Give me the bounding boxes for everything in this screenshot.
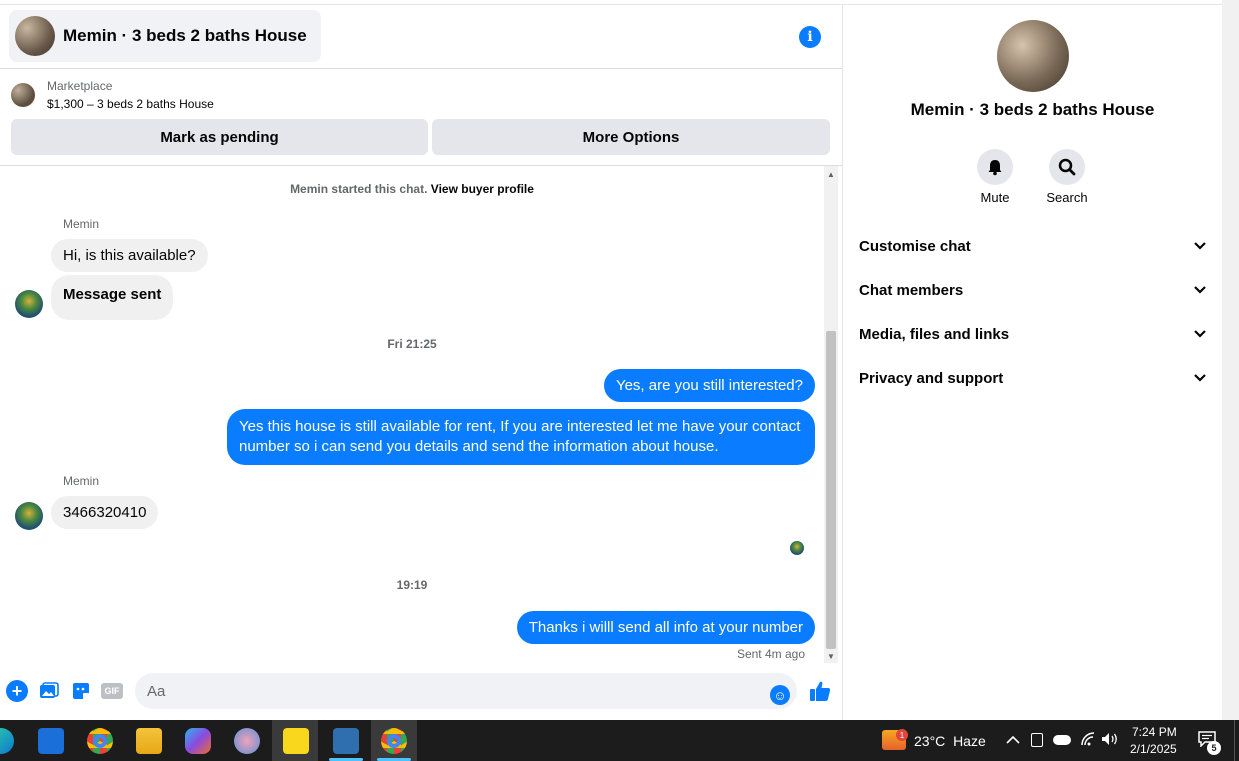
mute-button[interactable]	[977, 149, 1013, 185]
clock-date[interactable]: 2/1/2025	[1130, 742, 1177, 756]
wifi-icon[interactable]	[1080, 732, 1096, 749]
sender-name: Memin	[63, 217, 100, 231]
search-button[interactable]	[1049, 149, 1085, 185]
chevron-up-icon[interactable]	[1006, 732, 1020, 748]
meet-icon[interactable]	[1031, 733, 1043, 747]
conversation-title: Memin · 3 beds 2 baths House	[63, 26, 307, 45]
more-options-button[interactable]: More Options	[432, 119, 830, 155]
scroll-up-arrow[interactable]: ▲	[827, 170, 835, 179]
windows-taskbar: 1 23°C Haze 7:24 PM 2/1/2025 5	[0, 720, 1239, 761]
panel-item-label: Media, files and links	[859, 325, 1010, 343]
info-icon[interactable]: i	[799, 26, 821, 48]
message-timestamp: 19:19	[396, 578, 428, 592]
sender-name: Memin	[63, 474, 100, 488]
chat-column: Memin · 3 beds 2 baths House i Marketpla…	[0, 5, 843, 720]
search-label: Search	[1046, 190, 1088, 205]
sticky-notes-icon[interactable]	[283, 728, 309, 754]
messenger-window: Memin · 3 beds 2 baths House i Marketpla…	[0, 0, 1239, 720]
panel-item-customise-chat[interactable]: Customise chat	[859, 228, 1206, 264]
app-icon[interactable]	[234, 728, 260, 754]
notification-count: 5	[1207, 741, 1221, 755]
edge-icon[interactable]	[0, 728, 14, 754]
outgoing-message[interactable]: Thanks i willl send all info at your num…	[516, 611, 815, 644]
marketplace-listing-bar: Marketplace $1,300 – 3 beds 2 baths Hous…	[0, 69, 842, 166]
outgoing-message[interactable]: Yes, are you still interested?	[603, 369, 815, 402]
panel-item-label: Chat members	[859, 281, 964, 299]
plus-icon[interactable]: +	[6, 680, 28, 702]
app-window-icon[interactable]	[333, 728, 359, 754]
system-note-text: Memin started this chat.	[290, 182, 428, 196]
weather-description: Haze	[953, 733, 986, 749]
chevron-down-icon	[1194, 242, 1206, 250]
volume-icon[interactable]	[1101, 732, 1119, 749]
buyer-avatar[interactable]	[15, 502, 43, 530]
read-receipt-avatar	[790, 541, 804, 555]
message-composer: + GIF ☺	[0, 671, 842, 711]
listing-photo[interactable]	[997, 20, 1069, 92]
outgoing-message[interactable]: Yes this house is still available for re…	[227, 409, 815, 465]
gif-icon[interactable]: GIF	[101, 683, 123, 699]
incoming-message[interactable]: 3466320410	[51, 496, 159, 529]
chrome-icon[interactable]	[87, 728, 113, 754]
panel-item-label: Customise chat	[859, 237, 971, 255]
thumbs-up-icon[interactable]	[808, 679, 832, 703]
weather-badge: 1	[896, 729, 908, 741]
clock-time[interactable]: 7:24 PM	[1132, 725, 1177, 739]
view-buyer-profile-link[interactable]: View buyer profile	[431, 182, 534, 196]
search-icon	[1058, 158, 1076, 176]
chevron-down-icon	[1194, 286, 1206, 294]
sent-status: Sent 4m ago	[736, 647, 805, 661]
weather-temp-value: 23°C	[914, 733, 946, 749]
onedrive-icon[interactable]	[1053, 735, 1071, 745]
listing-avatar	[15, 16, 55, 56]
panel-item-label: Privacy and support	[859, 369, 1004, 387]
listing-title[interactable]: $1,300 – 3 beds 2 baths House	[47, 97, 214, 111]
panel-item-privacy-support[interactable]: Privacy and support	[859, 360, 1206, 396]
mark-as-pending-button[interactable]: Mark as pending	[11, 119, 428, 155]
show-desktop-divider[interactable]	[1234, 720, 1235, 761]
buyer-avatar[interactable]	[15, 290, 43, 318]
mute-label: Mute	[980, 190, 1010, 205]
listing-thumbnail[interactable]	[11, 83, 35, 107]
message-input[interactable]	[135, 673, 797, 709]
chrome-profile-icon[interactable]	[381, 728, 407, 754]
conversation-details-panel: Memin · 3 beds 2 baths House Mute Search…	[843, 5, 1222, 720]
chat-header: Memin · 3 beds 2 baths House i	[0, 5, 842, 69]
emoji-icon[interactable]: ☺	[770, 685, 790, 705]
panel-item-media-files-links[interactable]: Media, files and links	[859, 316, 1206, 352]
incoming-message[interactable]: Hi, is this available?	[51, 239, 208, 272]
system-note: Memin started this chat. View buyer prof…	[0, 182, 824, 196]
panel-title: Memin · 3 beds 2 baths House	[910, 100, 1155, 119]
chevron-down-icon	[1194, 330, 1206, 338]
scroll-down-arrow[interactable]: ▼	[827, 652, 835, 661]
image-icon[interactable]	[38, 680, 60, 702]
store-icon[interactable]	[38, 728, 64, 754]
incoming-message[interactable]: Message sent	[51, 275, 174, 320]
panel-item-chat-members[interactable]: Chat members	[859, 272, 1206, 308]
copilot-icon[interactable]	[185, 728, 211, 754]
message-scrollbar[interactable]: ▲ ▼	[824, 166, 838, 663]
weather-temperature[interactable]: 23°C Haze	[914, 733, 986, 749]
message-timestamp: Fri 21:25	[387, 337, 437, 351]
message-list: Memin started this chat. View buyer prof…	[0, 166, 824, 663]
bell-icon	[988, 160, 1002, 176]
conversation-title-button[interactable]: Memin · 3 beds 2 baths House	[9, 10, 321, 62]
page-scrollbar[interactable]	[1222, 0, 1239, 720]
file-explorer-icon[interactable]	[136, 728, 162, 754]
scroll-thumb[interactable]	[826, 331, 836, 649]
sticker-icon[interactable]	[70, 680, 92, 702]
chevron-down-icon	[1194, 374, 1206, 382]
listing-label: Marketplace	[47, 79, 113, 93]
